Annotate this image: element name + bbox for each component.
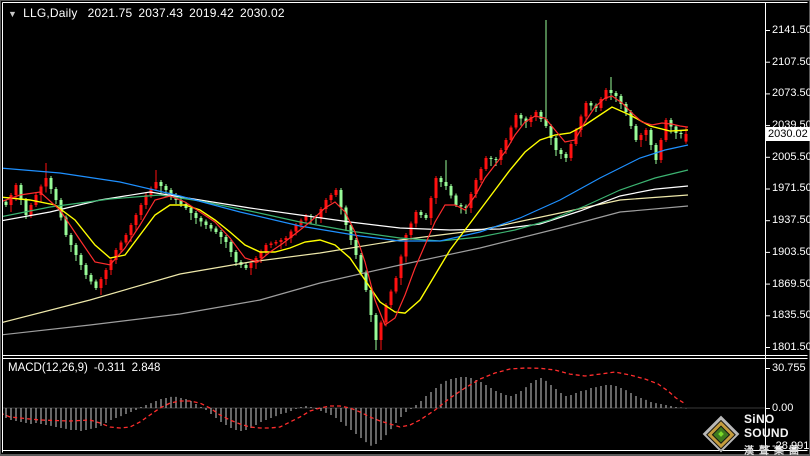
price-axis-label: 1835.50 [772, 309, 810, 322]
macd-panel-area[interactable] [3, 360, 765, 450]
price-axis-label: 2073.50 [772, 87, 810, 100]
price-axis-label: 2141.50 [772, 24, 810, 36]
macd-axis-label: 0.00 [772, 402, 794, 414]
price-axis-label: 1801.50 [772, 340, 810, 353]
price-axis-label: 1903.50 [772, 245, 810, 258]
price-axis-label: 2107.50 [772, 55, 810, 68]
main-chart-area[interactable] [3, 3, 765, 355]
price-axis-label: 1937.50 [772, 214, 810, 227]
price-axis-label: 1869.50 [772, 277, 810, 290]
price-axis-label: 1971.50 [772, 182, 810, 195]
macd-axis-label: -28.991 [772, 439, 810, 452]
current-price-tag: 2030.02 [766, 126, 810, 141]
price-axis-label: 2005.50 [772, 150, 810, 163]
macd-axis-label: 30.755 [772, 362, 806, 374]
chart-window: ▼ LLG,Daily 2021.75 2037.43 2019.42 2030.02 M… [0, 0, 810, 456]
